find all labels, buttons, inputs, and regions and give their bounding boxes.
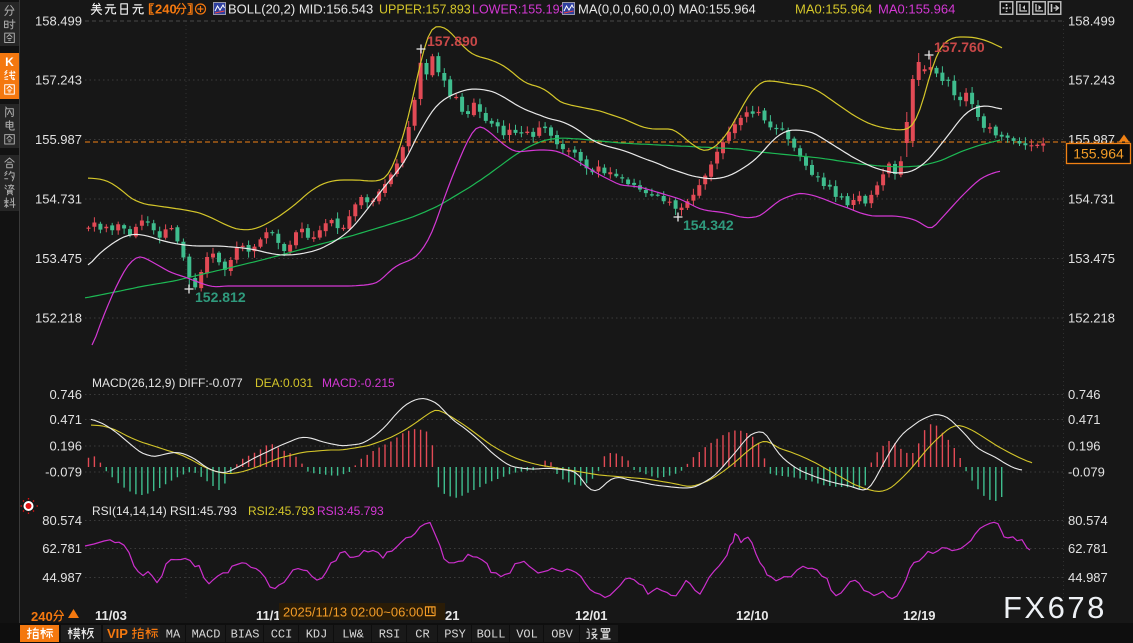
- svg-text:21: 21: [445, 608, 459, 623]
- svg-text:12/10: 12/10: [736, 608, 769, 623]
- svg-text:157.890: 157.890: [427, 33, 478, 49]
- svg-text:MA0:155.964: MA0:155.964: [878, 2, 955, 17]
- svg-text:MA(0,0,0,60,0,0) MA0:155.964: MA(0,0,0,60,0,0) MA0:155.964: [578, 2, 756, 17]
- svg-text:2025/11/13 02:00~06:00: 2025/11/13 02:00~06:00: [283, 605, 423, 620]
- svg-text:240: 240: [155, 2, 177, 17]
- svg-text:152.218: 152.218: [1068, 311, 1115, 326]
- svg-text:-0.079: -0.079: [45, 465, 82, 480]
- svg-text:155.987: 155.987: [35, 132, 82, 147]
- svg-text:LW&: LW&: [342, 628, 364, 642]
- svg-text:153.475: 153.475: [35, 251, 82, 266]
- svg-text:RSI2:45.793: RSI2:45.793: [248, 504, 315, 518]
- svg-text:158.499: 158.499: [35, 14, 82, 29]
- svg-text:CR: CR: [415, 628, 429, 642]
- svg-text:BOLL(20,2) MID:156.543: BOLL(20,2) MID:156.543: [228, 2, 373, 17]
- svg-text:VIP: VIP: [107, 626, 128, 641]
- svg-text:MA0:155.964: MA0:155.964: [795, 2, 872, 17]
- svg-text:RSI3:45.793: RSI3:45.793: [317, 504, 384, 518]
- svg-text:KDJ: KDJ: [306, 628, 328, 642]
- svg-text:BOLL: BOLL: [477, 628, 506, 642]
- svg-text:MA: MA: [166, 628, 181, 642]
- svg-text:DEA:0.031: DEA:0.031: [255, 376, 313, 390]
- svg-text:LOWER:155.193: LOWER:155.193: [472, 3, 567, 17]
- svg-text:157.243: 157.243: [1068, 73, 1115, 88]
- svg-text:158.499: 158.499: [1068, 14, 1115, 29]
- svg-text:12/01: 12/01: [575, 608, 608, 623]
- svg-text:0.196: 0.196: [1068, 439, 1101, 454]
- svg-text:0.746: 0.746: [49, 387, 82, 402]
- svg-text:44.987: 44.987: [42, 570, 82, 585]
- svg-text:MACD(26,12,9) DIFF:-0.077: MACD(26,12,9) DIFF:-0.077: [92, 376, 243, 390]
- svg-text:0.196: 0.196: [49, 439, 82, 454]
- svg-text:BIAS: BIAS: [231, 628, 260, 642]
- svg-text:240: 240: [31, 609, 53, 624]
- svg-text:154.731: 154.731: [1068, 192, 1115, 207]
- svg-text:FX678: FX678: [1003, 590, 1107, 625]
- svg-text:62.781: 62.781: [42, 541, 82, 556]
- svg-text:12/19: 12/19: [903, 608, 936, 623]
- svg-text:11/1: 11/1: [256, 608, 281, 623]
- svg-text:152.812: 152.812: [195, 289, 246, 305]
- svg-text:153.475: 153.475: [1068, 251, 1115, 266]
- svg-text:157.760: 157.760: [934, 39, 985, 55]
- svg-text:PSY: PSY: [444, 628, 466, 642]
- svg-text:0.471: 0.471: [49, 412, 82, 427]
- svg-text:OBV: OBV: [551, 628, 573, 642]
- svg-text:11/03: 11/03: [95, 608, 127, 623]
- svg-text:RSI(14,14,14) RSI1:45.793: RSI(14,14,14) RSI1:45.793: [92, 504, 237, 518]
- svg-text:80.574: 80.574: [42, 513, 82, 528]
- svg-text:CCI: CCI: [271, 628, 293, 642]
- svg-text:UPPER:157.893: UPPER:157.893: [379, 3, 471, 17]
- svg-text:154.731: 154.731: [35, 192, 82, 207]
- svg-text:154.342: 154.342: [683, 217, 734, 233]
- svg-text:VOL: VOL: [516, 628, 538, 642]
- svg-text:RSI: RSI: [379, 628, 401, 642]
- svg-text:MACD: MACD: [192, 628, 221, 642]
- svg-text:157.243: 157.243: [35, 73, 82, 88]
- svg-text:K: K: [5, 55, 14, 69]
- svg-text:-0.079: -0.079: [1068, 465, 1105, 480]
- svg-text:155.964: 155.964: [1073, 146, 1124, 162]
- svg-text:152.218: 152.218: [35, 311, 82, 326]
- svg-text:80.574: 80.574: [1068, 513, 1108, 528]
- svg-text:62.781: 62.781: [1068, 541, 1108, 556]
- svg-text:MACD:-0.215: MACD:-0.215: [322, 376, 395, 390]
- svg-text:0.746: 0.746: [1068, 387, 1101, 402]
- svg-text:0.471: 0.471: [1068, 412, 1101, 427]
- svg-text:44.987: 44.987: [1068, 570, 1108, 585]
